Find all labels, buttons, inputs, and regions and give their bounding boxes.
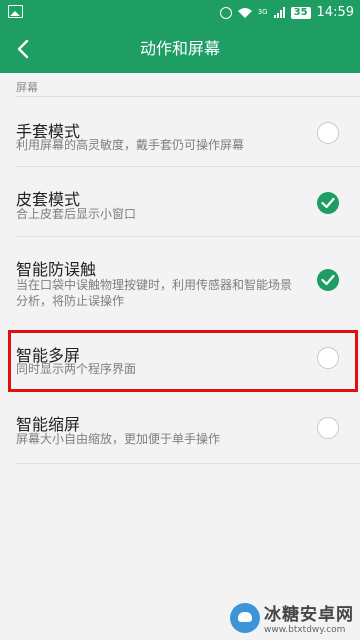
setting-row-cover-mode[interactable]: 皮套模式 合上皮套后显示小窗口 <box>0 167 360 237</box>
battery-level: 35 <box>290 6 311 19</box>
status-icons: 3G 35 14:59 <box>219 0 354 25</box>
setting-subtitle: 当在口袋中误触物理按键时，利用传感器和智能场景分析，将防止误操作 <box>16 278 293 308</box>
alarm-icon <box>219 6 232 19</box>
back-arrow-icon[interactable] <box>12 37 36 61</box>
highlight-frame <box>8 330 358 392</box>
setting-row-glove-mode[interactable]: 手套模式 利用屏幕的高灵敏度，戴手套仍可操作屏幕 <box>0 97 360 167</box>
app-header: 动作和屏幕 <box>0 25 360 73</box>
setting-subtitle: 合上皮套后显示小窗口 <box>16 207 137 221</box>
setting-subtitle: 利用屏幕的高灵敏度，戴手套仍可操作屏幕 <box>16 138 245 152</box>
checkmark-icon <box>321 197 335 209</box>
signal-icon <box>273 7 285 18</box>
gallery-notification-icon <box>8 5 23 18</box>
watermark-name: 冰糖安卓网 <box>264 605 354 625</box>
anti-mistouch-checkbox[interactable] <box>317 269 339 291</box>
section-label: 屏幕 <box>16 81 38 94</box>
network-type-label: 3G <box>257 8 268 16</box>
setting-row-shrink-screen[interactable]: 智能缩屏 屏幕大小自由缩放，更加便于单手操作 <box>0 394 360 464</box>
watermark-logo-icon <box>230 602 260 633</box>
glove-mode-checkbox[interactable] <box>317 122 339 144</box>
checkmark-icon <box>321 274 335 286</box>
page-title: 动作和屏幕 <box>139 39 220 58</box>
shrink-screen-checkbox[interactable] <box>317 417 339 439</box>
row-divider <box>16 463 360 464</box>
cover-mode-checkbox[interactable] <box>317 192 339 214</box>
watermark-url: www.btxtdwy.com <box>264 625 346 635</box>
setting-row-anti-mistouch[interactable]: 智能防误触 当在口袋中误触物理按键时，利用传感器和智能场景分析，将防止误操作 <box>0 237 360 325</box>
clock-time: 14:59 <box>316 5 354 20</box>
wifi-icon <box>237 7 252 18</box>
watermark: 冰糖安卓网 www.btxtdwy.com <box>230 600 354 635</box>
status-bar: 3G 35 14:59 <box>0 0 360 25</box>
setting-subtitle: 屏幕大小自由缩放，更加便于单手操作 <box>16 432 221 446</box>
